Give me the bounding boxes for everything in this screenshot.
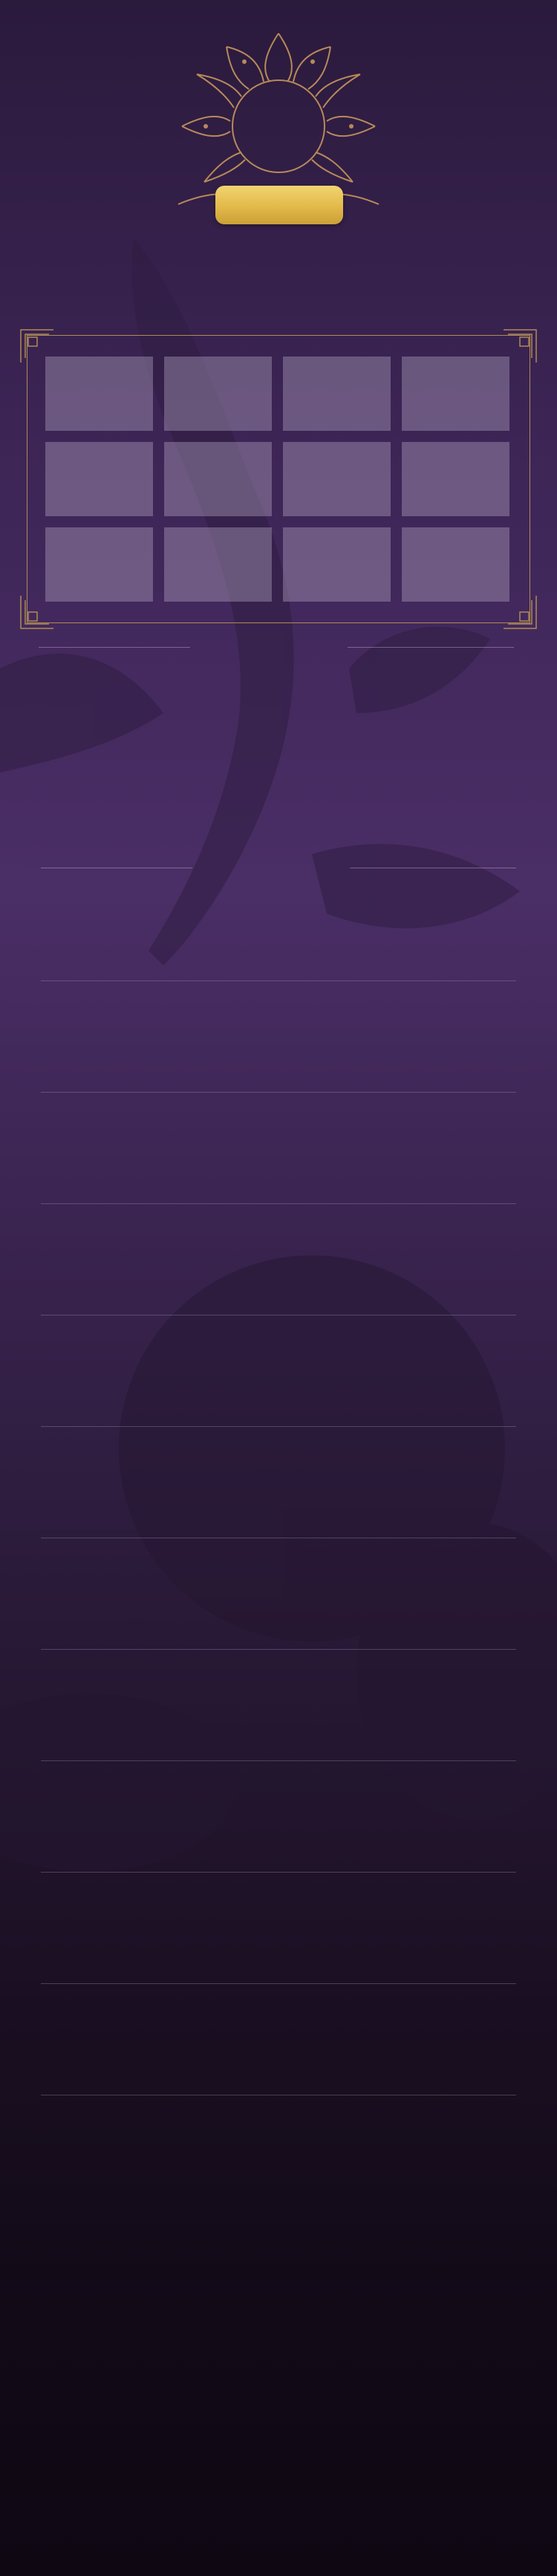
gallery-tile[interactable]	[45, 442, 153, 516]
gallery-tile[interactable]	[283, 357, 391, 431]
gallery-tile[interactable]	[283, 442, 391, 516]
gallery-tile[interactable]	[402, 442, 509, 516]
gallery-tile[interactable]	[45, 357, 153, 431]
list-row-divider	[41, 1426, 516, 1427]
list-row-divider	[41, 980, 516, 981]
gallery-tile[interactable]	[164, 357, 272, 431]
divider-right	[348, 647, 514, 648]
gallery-tile[interactable]	[164, 442, 272, 516]
gallery-tile[interactable]	[283, 527, 391, 602]
list-row-divider	[41, 1092, 516, 1093]
gallery-tile[interactable]	[45, 527, 153, 602]
emblem-badge[interactable]	[215, 186, 343, 224]
list-row-divider	[41, 1649, 516, 1650]
gallery-tile[interactable]	[402, 357, 509, 431]
divider-left	[39, 647, 190, 648]
list-row-divider	[41, 1872, 516, 1873]
list-row-divider	[41, 1203, 516, 1204]
list-row-divider	[41, 1760, 516, 1761]
list-row-divider	[41, 1983, 516, 1984]
gallery-tile[interactable]	[402, 527, 509, 602]
gallery-tile[interactable]	[164, 527, 272, 602]
